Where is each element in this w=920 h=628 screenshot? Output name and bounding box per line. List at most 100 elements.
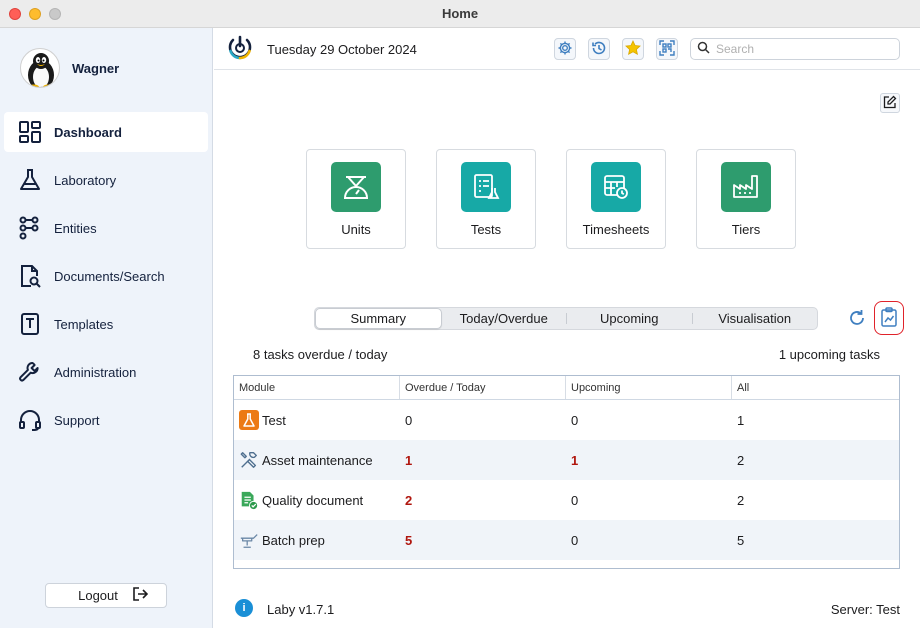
upcoming-summary: 1 upcoming tasks: [778, 347, 880, 362]
sidebar-item-dashboard[interactable]: Dashboard: [4, 112, 208, 152]
wrench-icon: [18, 360, 42, 384]
tasks-report-button[interactable]: [874, 301, 904, 335]
edit-dashboard-button[interactable]: [880, 93, 900, 113]
sidebar: Wagner Dashboard Laboratory Entities Doc…: [0, 28, 213, 628]
scan-button[interactable]: [656, 38, 678, 60]
app-version: Laby v1.7.1: [267, 602, 335, 617]
all-count: 1: [737, 412, 745, 428]
gear-icon: [557, 40, 573, 59]
sidebar-item-templates[interactable]: Templates: [4, 304, 208, 344]
user-name: Wagner: [72, 60, 120, 76]
flask-icon: [239, 410, 259, 430]
overdue-count: 5: [405, 532, 413, 548]
all-count: 2: [737, 452, 745, 468]
refresh-button[interactable]: [846, 308, 868, 330]
favorites-button[interactable]: [622, 38, 644, 60]
tile-tests[interactable]: Tests: [436, 149, 536, 249]
logout-icon: [132, 586, 149, 605]
table-header: Module Overdue / Today Upcoming All: [234, 376, 899, 400]
history-icon: [591, 40, 607, 59]
title-bar: Home: [0, 0, 920, 28]
table-row[interactable]: Asset maintenance 1 1 2: [234, 440, 899, 480]
search-box[interactable]: [690, 38, 900, 60]
table-row[interactable]: Batch prep 5 0 5: [234, 520, 899, 560]
sidebar-item-laboratory[interactable]: Laboratory: [4, 160, 208, 200]
entities-icon: [18, 216, 42, 240]
sidebar-item-label: Documents/Search: [54, 268, 165, 284]
search-input[interactable]: [716, 42, 886, 56]
column-header[interactable]: Module: [234, 376, 400, 399]
upcoming-count: 0: [571, 492, 579, 508]
tile-label: Timesheets: [582, 222, 650, 237]
tile-timesheets[interactable]: Timesheets: [566, 149, 666, 249]
logout-button[interactable]: Logout: [45, 583, 167, 608]
tools-icon: [239, 450, 259, 470]
current-date: Tuesday 29 October 2024: [267, 42, 417, 57]
overdue-summary: 8 tasks overdue / today: [253, 347, 388, 362]
tab-visualisation[interactable]: Visualisation: [693, 308, 818, 329]
avatar: [20, 48, 60, 88]
sidebar-item-support[interactable]: Support: [4, 400, 208, 440]
sidebar-item-label: Laboratory: [54, 172, 117, 188]
tab-upcoming[interactable]: Upcoming: [567, 308, 692, 329]
tile-label: Units: [341, 222, 371, 237]
upcoming-count: 0: [571, 412, 579, 428]
sidebar-item-label: Entities: [54, 220, 97, 236]
column-header[interactable]: Upcoming: [566, 376, 732, 399]
module-name: Test: [262, 412, 286, 428]
refresh-icon: [847, 308, 867, 331]
module-name: Asset maintenance: [262, 452, 373, 468]
top-bar: Tuesday 29 October 2024: [214, 28, 920, 70]
all-count: 5: [737, 532, 745, 548]
search-icon: [697, 41, 710, 57]
settings-button[interactable]: [554, 38, 576, 60]
sidebar-item-label: Support: [54, 412, 100, 428]
sidebar-item-label: Administration: [54, 364, 137, 380]
headset-icon: [18, 408, 42, 432]
sidebar-item-entities[interactable]: Entities: [4, 208, 208, 248]
edit-icon: [883, 95, 897, 112]
table-row[interactable]: Quality document 2 0 2: [234, 480, 899, 520]
user-profile: Wagner: [20, 48, 119, 88]
sidebar-item-label: Dashboard: [54, 124, 122, 140]
column-header[interactable]: All: [732, 376, 899, 399]
tab-today-overdue[interactable]: Today/Overdue: [442, 308, 567, 329]
tile-label: Tiers: [731, 222, 761, 237]
factory-icon: [721, 162, 771, 212]
sidebar-item-documents-search[interactable]: Documents/Search: [4, 256, 208, 296]
task-summary-table: Module Overdue / Today Upcoming All Test…: [233, 375, 900, 569]
clipboard-chart-icon: [880, 306, 898, 330]
sidebar-nav: Dashboard Laboratory Entities Documents/…: [4, 112, 208, 448]
document-search-icon: [18, 264, 42, 288]
star-icon: [625, 39, 641, 59]
column-header[interactable]: Overdue / Today: [400, 376, 566, 399]
server-name: Server: Test: [830, 602, 900, 617]
module-name: Quality document: [262, 492, 364, 508]
sidebar-item-administration[interactable]: Administration: [4, 352, 208, 392]
info-icon[interactable]: i: [235, 599, 253, 617]
dashboard-icon: [18, 120, 42, 144]
quality-document-icon: [239, 490, 259, 510]
history-button[interactable]: [588, 38, 610, 60]
table-row[interactable]: Test 0 0 1: [234, 400, 899, 440]
overdue-count: 2: [405, 492, 413, 508]
flask-icon: [18, 168, 42, 192]
window-title: Home: [441, 6, 479, 21]
tile-units[interactable]: Units: [306, 149, 406, 249]
test-checklist-icon: [461, 162, 511, 212]
task-view-tabs: Summary Today/Overdue Upcoming Visualisa…: [314, 307, 818, 330]
upcoming-count: 0: [571, 532, 579, 548]
tile-tiers[interactable]: Tiers: [696, 149, 796, 249]
overdue-count: 0: [405, 412, 413, 428]
module-name: Batch prep: [262, 532, 325, 548]
template-icon: [18, 312, 42, 336]
tab-summary[interactable]: Summary: [315, 308, 442, 329]
upcoming-count: 1: [571, 452, 579, 468]
app-logo-icon: [226, 34, 254, 62]
logout-label: Logout: [78, 588, 118, 603]
tile-label: Tests: [470, 222, 502, 237]
all-count: 2: [737, 492, 745, 508]
batch-prep-icon: [239, 530, 259, 550]
timesheet-icon: [591, 162, 641, 212]
sidebar-item-label: Templates: [54, 316, 114, 332]
